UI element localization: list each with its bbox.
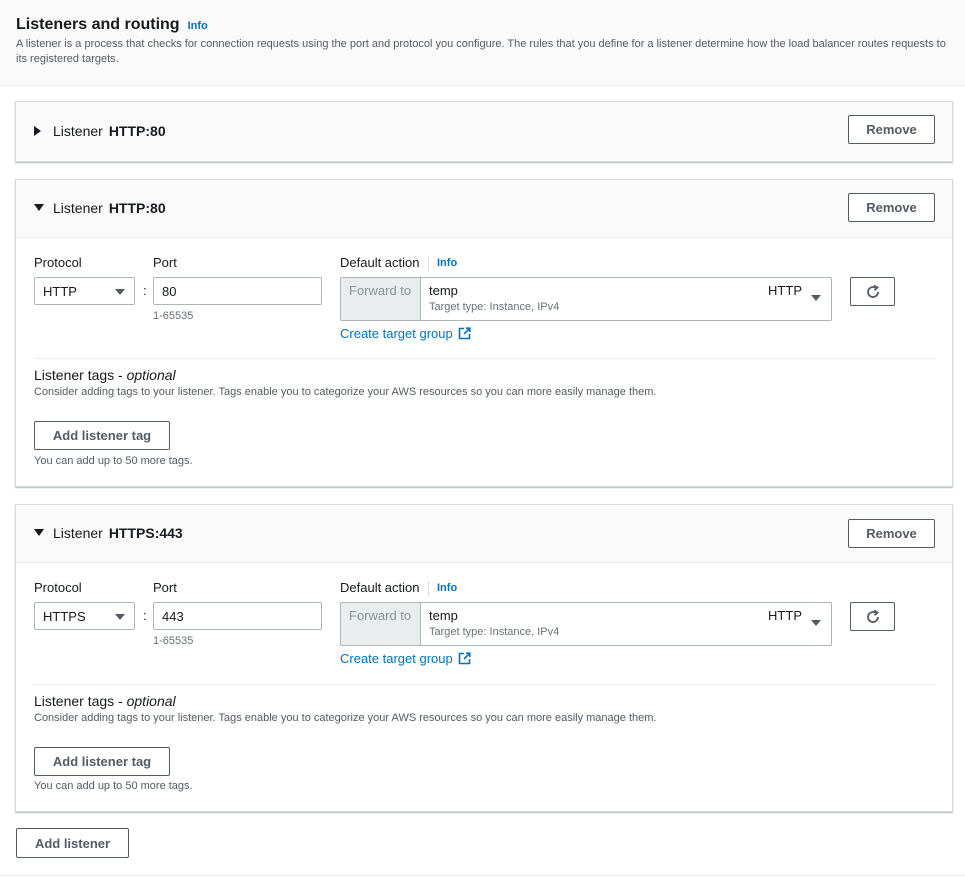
default-action-field: Forward to temp Target type: Instance, I…: [340, 602, 832, 646]
listener-panel-1: Listener HTTP:80 Remove: [15, 101, 953, 162]
forward-to-addon: Forward to: [341, 278, 421, 320]
listener-header[interactable]: Listener HTTP:80: [16, 180, 952, 238]
refresh-button[interactable]: [850, 277, 895, 306]
create-target-group-label: Create target group: [340, 651, 453, 666]
tags-hint: You can add up to 50 more tags.: [34, 780, 193, 792]
target-group-name: temp: [429, 283, 458, 298]
protocol-value: HTTP: [43, 283, 77, 299]
listener-tags-title: Listener tags - optional: [34, 693, 176, 709]
chevron-down-icon: [115, 614, 125, 620]
protocol-select[interactable]: HTTP: [34, 277, 135, 305]
bottom-divider: [0, 875, 965, 876]
protocol-label: Protocol: [34, 255, 82, 270]
target-group-select[interactable]: temp Target type: Instance, IPv4 HTTP: [421, 278, 831, 320]
chevron-down-icon: [115, 289, 125, 295]
caret-down-icon[interactable]: [34, 529, 44, 536]
add-listener-tag-button[interactable]: Add listener tag: [34, 747, 170, 776]
remove-button[interactable]: Remove: [848, 193, 935, 222]
listener-value: HTTPS:443: [108, 525, 183, 541]
target-group-select[interactable]: temp Target type: Instance, IPv4 HTTP: [421, 603, 831, 645]
divider: [34, 684, 936, 685]
create-target-group-link[interactable]: Create target group: [340, 326, 471, 341]
forward-to-addon: Forward to: [341, 603, 421, 645]
port-input[interactable]: 443: [153, 602, 322, 630]
tags-title-text: Listener tags -: [34, 693, 127, 709]
remove-button[interactable]: Remove: [848, 519, 935, 548]
protocol-select[interactable]: HTTPS: [34, 602, 135, 630]
tags-optional: optional: [126, 367, 176, 383]
title-row: Listeners and routing Info: [16, 16, 208, 34]
tags-description: Consider adding tags to your listener. T…: [34, 712, 657, 724]
target-group-protocol: HTTP: [768, 608, 802, 623]
port-input[interactable]: 80: [153, 277, 322, 305]
listener-panel-3: Listener HTTPS:443 Remove Protocol HTTPS …: [15, 504, 953, 812]
target-group-type: Target type: Instance, IPv4: [429, 626, 560, 638]
caret-down-icon[interactable]: [34, 204, 44, 211]
caret-right-icon[interactable]: [34, 126, 41, 136]
section-header: Listeners and routing Info A listener is…: [0, 0, 965, 86]
info-link[interactable]: Info: [437, 582, 457, 594]
port-hint: 1-65535: [153, 635, 194, 647]
add-listener-tag-button[interactable]: Add listener tag: [34, 421, 170, 450]
section-description: A listener is a process that checks for …: [16, 38, 946, 65]
port-hint: 1-65535: [153, 310, 194, 322]
remove-button[interactable]: Remove: [848, 115, 935, 144]
colon-separator: :: [143, 283, 147, 298]
protocol-label: Protocol: [34, 580, 82, 595]
divider: [34, 358, 936, 359]
info-link[interactable]: Info: [437, 257, 457, 269]
tags-optional: optional: [126, 693, 176, 709]
default-action-label: Default action: [340, 580, 420, 595]
listener-header[interactable]: Listener HTTPS:443: [16, 505, 952, 563]
tags-title-text: Listener tags -: [34, 367, 127, 383]
listener-label: Listener: [53, 200, 103, 216]
create-target-group-label: Create target group: [340, 326, 453, 341]
refresh-icon: [866, 284, 879, 298]
refresh-button[interactable]: [850, 602, 895, 631]
listener-panel-2: Listener HTTP:80 Remove Protocol HTTP : P…: [15, 179, 953, 487]
default-action-label: Default action: [340, 255, 420, 270]
port-label: Port: [153, 580, 177, 595]
listener-title: Listener HTTPS:443: [53, 525, 183, 541]
listener-label: Listener: [53, 525, 103, 541]
external-link-icon: [458, 327, 471, 340]
external-link-icon: [458, 652, 471, 665]
listener-title: Listener HTTP:80: [53, 123, 166, 139]
section-title: Listeners and routing: [16, 16, 180, 33]
info-link[interactable]: Info: [188, 20, 208, 32]
info-divider: [428, 257, 429, 271]
protocol-value: HTTPS: [43, 608, 86, 624]
refresh-icon: [866, 609, 879, 623]
listener-header[interactable]: Listener HTTP:80: [16, 102, 952, 160]
listener-label: Listener: [53, 123, 103, 139]
target-group-type: Target type: Instance, IPv4: [429, 301, 560, 313]
listener-value: HTTP:80: [108, 123, 166, 139]
port-label: Port: [153, 255, 177, 270]
target-group-protocol: HTTP: [768, 283, 802, 298]
tags-description: Consider adding tags to your listener. T…: [34, 386, 657, 398]
default-action-field: Forward to temp Target type: Instance, I…: [340, 277, 832, 321]
chevron-down-icon: [811, 620, 821, 626]
chevron-down-icon: [811, 295, 821, 301]
colon-separator: :: [143, 608, 147, 623]
target-group-name: temp: [429, 608, 458, 623]
create-target-group-link[interactable]: Create target group: [340, 651, 471, 666]
listener-value: HTTP:80: [108, 200, 166, 216]
listener-title: Listener HTTP:80: [53, 200, 166, 216]
tags-hint: You can add up to 50 more tags.: [34, 455, 193, 467]
listener-tags-title: Listener tags - optional: [34, 367, 176, 383]
add-listener-button[interactable]: Add listener: [16, 828, 129, 858]
info-divider: [428, 582, 429, 596]
